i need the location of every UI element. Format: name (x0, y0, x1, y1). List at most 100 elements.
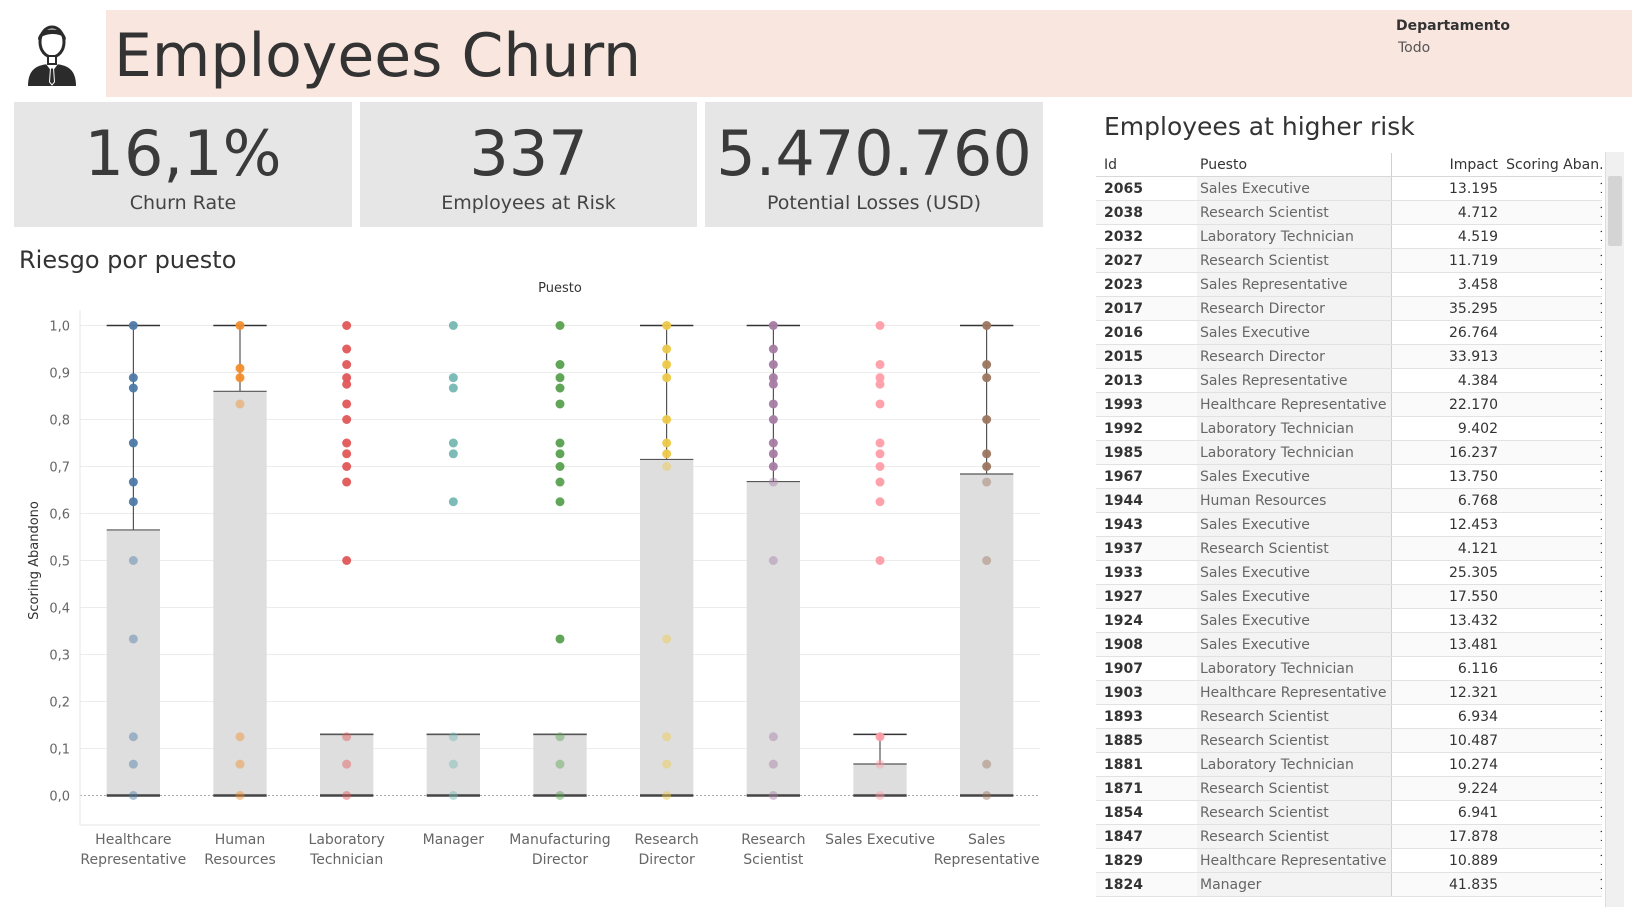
data-point[interactable] (235, 363, 245, 373)
table-row[interactable]: 1933Sales Executive25.3051 (1096, 560, 1602, 585)
data-point[interactable] (982, 449, 992, 459)
data-point[interactable] (555, 497, 565, 507)
data-point[interactable] (982, 321, 992, 330)
data-point[interactable] (555, 360, 565, 370)
data-point[interactable] (555, 791, 565, 800)
data-point[interactable] (342, 477, 352, 487)
table-row[interactable]: 1881Laboratory Technician10.2741 (1096, 752, 1602, 777)
column-header-puesto[interactable]: Puesto (1197, 153, 1392, 177)
data-point[interactable] (662, 759, 672, 769)
data-point[interactable] (982, 373, 992, 383)
data-point[interactable] (662, 415, 672, 424)
data-point[interactable] (448, 438, 458, 448)
data-point[interactable] (342, 379, 352, 389)
data-point[interactable] (982, 415, 992, 424)
data-point[interactable] (768, 438, 778, 448)
data-point[interactable] (768, 462, 778, 471)
data-point[interactable] (662, 373, 672, 383)
data-point[interactable] (128, 759, 138, 769)
data-point[interactable] (875, 791, 885, 800)
data-point[interactable] (448, 373, 458, 383)
data-point[interactable] (342, 415, 352, 424)
data-point[interactable] (768, 344, 778, 354)
data-point[interactable] (555, 321, 565, 330)
table-row[interactable]: 1967Sales Executive13.7501 (1096, 464, 1602, 489)
department-filter-value[interactable]: Todo (1398, 40, 1430, 56)
data-point[interactable] (768, 399, 778, 409)
data-point[interactable] (768, 449, 778, 459)
table-row[interactable]: 2032Laboratory Technician4.5191 (1096, 224, 1602, 249)
table-row[interactable]: 1903Healthcare Representative12.3211 (1096, 680, 1602, 705)
table-row[interactable]: 1944Human Resources6.7681 (1096, 488, 1602, 513)
data-point[interactable] (768, 360, 778, 370)
data-point[interactable] (982, 556, 992, 565)
data-point[interactable] (448, 449, 458, 459)
data-point[interactable] (342, 360, 352, 370)
box-6[interactable] (746, 481, 800, 796)
data-point[interactable] (768, 477, 778, 487)
data-point[interactable] (662, 360, 672, 370)
data-point[interactable] (555, 399, 565, 409)
table-row[interactable]: 2065Sales Executive13.1951 (1096, 176, 1602, 201)
data-point[interactable] (768, 791, 778, 800)
table-row[interactable]: 1854Research Scientist6.9411 (1096, 800, 1602, 825)
data-point[interactable] (128, 477, 138, 487)
column-header-impact[interactable]: Impact (1391, 153, 1501, 177)
data-point[interactable] (875, 399, 885, 409)
data-point[interactable] (662, 438, 672, 448)
data-point[interactable] (235, 321, 245, 330)
table-row[interactable]: 1992Laboratory Technician9.4021 (1096, 416, 1602, 441)
table-row[interactable]: 1907Laboratory Technician6.1161 (1096, 656, 1602, 681)
data-point[interactable] (768, 732, 778, 742)
table-row[interactable]: 1924Sales Executive13.4321 (1096, 608, 1602, 633)
data-point[interactable] (768, 321, 778, 330)
table-row[interactable]: 2013Sales Representative4.3841 (1096, 368, 1602, 393)
data-point[interactable] (662, 732, 672, 742)
data-point[interactable] (768, 556, 778, 565)
box-8[interactable] (960, 474, 1014, 796)
risk-by-role-chart[interactable]: 0,0 0,1 0,2 0,3 0,4 0,5 0,6 0,7 0,8 0,9 1,0 Scoring… (0, 280, 1092, 920)
data-point[interactable] (128, 373, 138, 383)
table-row[interactable]: 1985Laboratory Technician16.2371 (1096, 440, 1602, 465)
data-point[interactable] (342, 462, 352, 471)
data-point[interactable] (875, 759, 885, 769)
data-point[interactable] (128, 556, 138, 565)
data-point[interactable] (875, 477, 885, 487)
table-row[interactable]: 1937Research Scientist4.1211 (1096, 536, 1602, 561)
data-point[interactable] (875, 379, 885, 389)
data-point[interactable] (768, 415, 778, 424)
data-point[interactable] (875, 732, 885, 742)
data-point[interactable] (342, 791, 352, 800)
table-row[interactable]: 1927Sales Executive17.5501 (1096, 584, 1602, 609)
data-point[interactable] (342, 556, 352, 565)
data-point[interactable] (128, 438, 138, 448)
data-point[interactable] (875, 497, 885, 507)
table-row[interactable]: 1885Research Scientist10.4871 (1096, 728, 1602, 753)
box-7[interactable] (853, 764, 907, 796)
table-row[interactable]: 2016Sales Executive26.7641 (1096, 320, 1602, 345)
data-point[interactable] (662, 634, 672, 644)
data-point[interactable] (875, 462, 885, 471)
data-point[interactable] (982, 360, 992, 370)
data-point[interactable] (982, 759, 992, 769)
data-point[interactable] (555, 438, 565, 448)
table-row[interactable]: 2015Research Director33.9131 (1096, 344, 1602, 369)
data-point[interactable] (555, 634, 565, 644)
data-point[interactable] (982, 462, 992, 471)
data-point[interactable] (555, 449, 565, 459)
data-point[interactable] (662, 321, 672, 330)
data-point[interactable] (555, 373, 565, 383)
data-point[interactable] (875, 360, 885, 370)
data-point[interactable] (342, 321, 352, 330)
scrollbar-thumb[interactable] (1608, 176, 1622, 246)
data-point[interactable] (875, 449, 885, 459)
data-point[interactable] (555, 759, 565, 769)
data-point[interactable] (662, 449, 672, 459)
data-point[interactable] (662, 344, 672, 354)
data-point[interactable] (342, 399, 352, 409)
table-row[interactable]: 1993Healthcare Representative22.1701 (1096, 392, 1602, 417)
table-row[interactable]: 2027Research Scientist11.7191 (1096, 248, 1602, 273)
data-point[interactable] (235, 791, 245, 800)
table-row[interactable]: 1871Research Scientist9.2241 (1096, 776, 1602, 801)
data-point[interactable] (128, 732, 138, 742)
